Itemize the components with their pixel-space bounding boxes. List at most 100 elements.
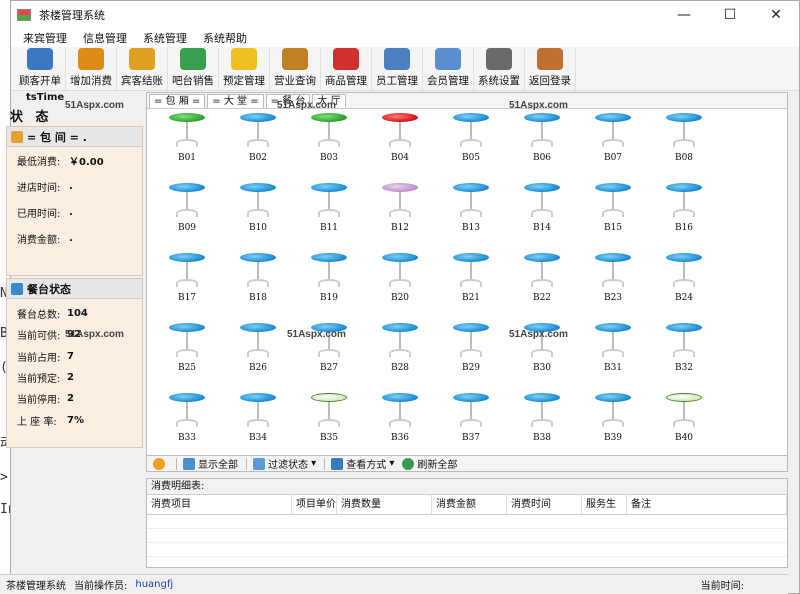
seat-label: B09 <box>177 223 197 233</box>
column-header[interactable]: 项目单价 <box>292 495 337 514</box>
seat-B09[interactable]: B09 <box>159 183 215 245</box>
seat-B26[interactable]: B26 <box>230 323 286 385</box>
seat-B37[interactable]: B37 <box>443 393 499 455</box>
table-row[interactable] <box>147 543 787 557</box>
seat-leg <box>399 122 401 140</box>
seat-B31[interactable]: B31 <box>585 323 641 385</box>
toolbar-button-1[interactable]: 增加消费 <box>66 48 117 90</box>
menu-system[interactable]: 系统管理 <box>135 30 195 46</box>
toolbar-button-2[interactable]: 宾客结账 <box>117 48 168 90</box>
seat-top <box>169 113 205 122</box>
seat-B11[interactable]: B11 <box>301 183 357 245</box>
seat-B24[interactable]: B24 <box>656 253 712 315</box>
view-icon <box>331 457 344 470</box>
seat-B04[interactable]: B04 <box>372 113 428 175</box>
seat-base <box>673 349 695 357</box>
toolbar-button-0[interactable]: 顾客开单 <box>15 48 66 90</box>
seat-label: B35 <box>319 433 339 443</box>
toolbar-button-4[interactable]: 预定管理 <box>219 48 270 90</box>
seat-B01[interactable]: B01 <box>159 113 215 175</box>
seat-base <box>673 139 695 147</box>
column-header[interactable]: 备注 <box>627 495 787 514</box>
seat-leg <box>186 122 188 140</box>
seat-B29[interactable]: B29 <box>443 323 499 385</box>
seat-B34[interactable]: B34 <box>230 393 286 455</box>
seat-top <box>453 183 489 192</box>
toolbar-button-5[interactable]: 营业查询 <box>270 48 321 90</box>
toolbar-button-7[interactable]: 员工管理 <box>372 48 423 90</box>
seat-B08[interactable]: B08 <box>656 113 712 175</box>
seat-B33[interactable]: B33 <box>159 393 215 455</box>
seat-B28[interactable]: B28 <box>372 323 428 385</box>
seat-B13[interactable]: B13 <box>443 183 499 245</box>
seat-B23[interactable]: B23 <box>585 253 641 315</box>
seat-leg <box>186 262 188 280</box>
detail-title: 消费明细表: <box>147 479 787 495</box>
seat-B21[interactable]: B21 <box>443 253 499 315</box>
seat-top <box>311 393 347 402</box>
seat-B22[interactable]: B22 <box>514 253 570 315</box>
seat-label: B36 <box>390 433 410 443</box>
show-all-button[interactable]: 显示全部 <box>183 456 238 471</box>
toolbar-button-6[interactable]: 商品管理 <box>321 48 372 90</box>
seat-label: B11 <box>319 223 339 233</box>
toolbar-button-3[interactable]: 吧台销售 <box>168 48 219 90</box>
tab-1[interactable]: = 大 堂 = <box>207 93 264 108</box>
room-info-title: = 包 间 = . <box>7 127 142 147</box>
seat-leg <box>683 122 685 140</box>
seat-B12[interactable]: B12 <box>372 183 428 245</box>
menu-info[interactable]: 信息管理 <box>75 30 135 46</box>
seat-B16[interactable]: B16 <box>656 183 712 245</box>
minimize-button[interactable]: — <box>661 1 707 29</box>
toolbar-button-9[interactable]: 系统设置 <box>474 48 525 90</box>
seat-leg <box>328 402 330 420</box>
column-header[interactable]: 消费项目 <box>147 495 292 514</box>
seat-B17[interactable]: B17 <box>159 253 215 315</box>
seat-base <box>460 209 482 217</box>
close-button[interactable]: ✕ <box>753 1 799 29</box>
seat-B07[interactable]: B07 <box>585 113 641 175</box>
seat-B20[interactable]: B20 <box>372 253 428 315</box>
seat-base <box>389 209 411 217</box>
seat-B14[interactable]: B14 <box>514 183 570 245</box>
seat-B39[interactable]: B39 <box>585 393 641 455</box>
time-label: 当前时间: <box>700 581 744 592</box>
seat-B18[interactable]: B18 <box>230 253 286 315</box>
column-header[interactable]: 消费时间 <box>507 495 582 514</box>
seat-leg <box>186 192 188 210</box>
arrow-down-button[interactable] <box>153 457 168 470</box>
toolbar-button-8[interactable]: 会员管理 <box>423 48 474 90</box>
tab-0[interactable]: = 包 厢 = <box>149 93 206 108</box>
view-mode-button[interactable]: 查看方式 ▾ <box>331 456 394 471</box>
seat-B02[interactable]: B02 <box>230 113 286 175</box>
seat-B06[interactable]: B06 <box>514 113 570 175</box>
seat-top <box>524 393 560 402</box>
seat-B36[interactable]: B36 <box>372 393 428 455</box>
seat-B40[interactable]: B40 <box>656 393 712 455</box>
column-header[interactable]: 服务生 <box>582 495 627 514</box>
table-row[interactable] <box>147 515 787 529</box>
seat-B05[interactable]: B05 <box>443 113 499 175</box>
column-header[interactable]: 消费金额 <box>432 495 507 514</box>
field-label: 最低消费: <box>17 156 61 168</box>
watermark: 51Aspx.com <box>509 329 568 340</box>
maximize-button[interactable]: ☐ <box>707 1 753 29</box>
toolbar-button-10[interactable]: 返回登录 <box>525 48 576 90</box>
seat-label: B38 <box>532 433 552 443</box>
seat-B32[interactable]: B32 <box>656 323 712 385</box>
seat-B35[interactable]: B35 <box>301 393 357 455</box>
home-icon <box>11 130 23 143</box>
refresh-all-button[interactable]: 刷新全部 <box>402 456 457 471</box>
seat-B25[interactable]: B25 <box>159 323 215 385</box>
menu-help[interactable]: 系统帮助 <box>195 30 255 46</box>
seat-B03[interactable]: B03 <box>301 113 357 175</box>
seat-B19[interactable]: B19 <box>301 253 357 315</box>
filter-status-button[interactable]: 过滤状态 ▾ <box>253 456 316 471</box>
room-info-box: = 包 间 = . 最低消费: ￥0.00 进店时间:. 已用时间:. 消费金额:. <box>6 126 143 276</box>
seat-B38[interactable]: B38 <box>514 393 570 455</box>
seat-B10[interactable]: B10 <box>230 183 286 245</box>
table-row[interactable] <box>147 529 787 543</box>
column-header[interactable]: 消费数量 <box>337 495 432 514</box>
menu-guest[interactable]: 来宾管理 <box>15 30 75 46</box>
seat-B15[interactable]: B15 <box>585 183 641 245</box>
